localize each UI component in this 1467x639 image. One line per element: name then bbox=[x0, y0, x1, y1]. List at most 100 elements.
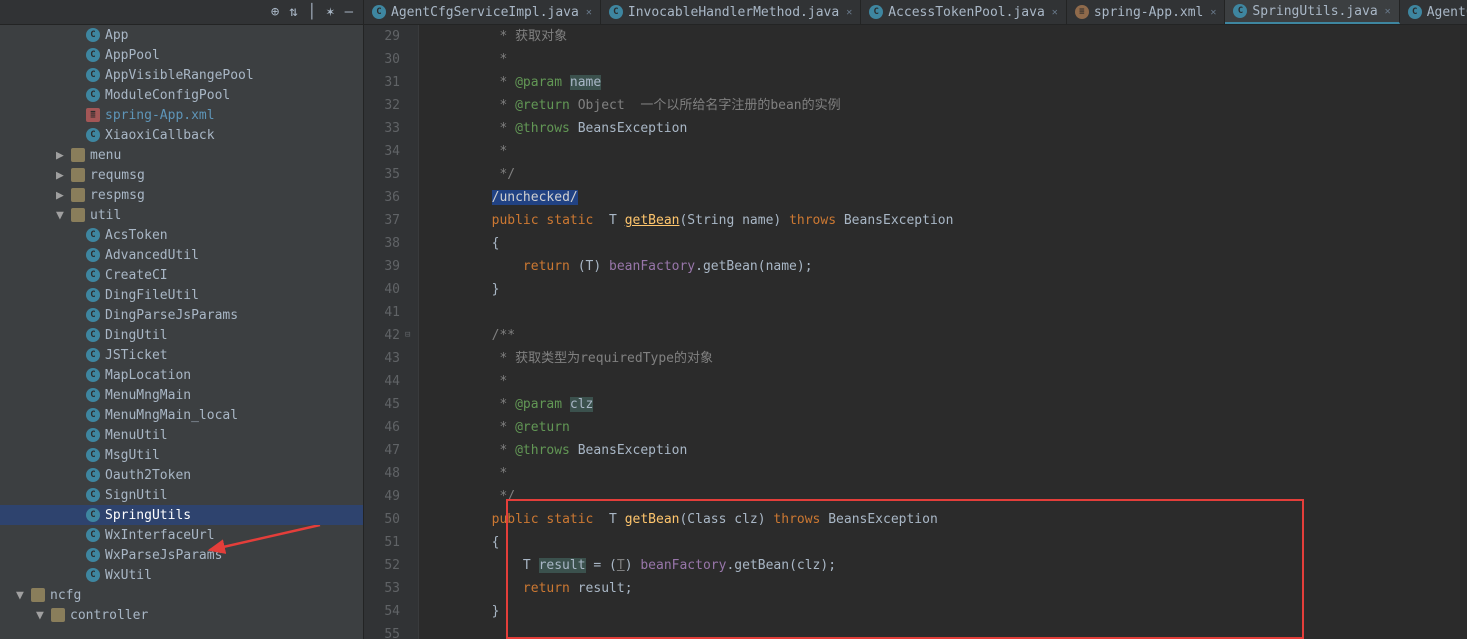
expand-icon[interactable]: ▼ bbox=[16, 588, 26, 603]
line-number: 53 bbox=[364, 577, 400, 600]
file-icon bbox=[31, 588, 45, 602]
fold-icon[interactable]: ⊟ bbox=[405, 324, 410, 347]
tree-label: SignUtil bbox=[105, 488, 168, 503]
project-tree[interactable]: CAppCAppPoolCAppVisibleRangePoolCModuleC… bbox=[0, 25, 364, 639]
editor-tabs: CAgentCfgServiceImpl.java✕CInvocableHand… bbox=[364, 0, 1467, 24]
tree-item[interactable]: CAdvancedUtil bbox=[0, 245, 363, 265]
tree-label: ModuleConfigPool bbox=[105, 88, 230, 103]
line-number: 37 bbox=[364, 209, 400, 232]
tree-item[interactable]: C AppPool bbox=[0, 45, 363, 65]
line-number: 34 bbox=[364, 140, 400, 163]
editor-tab[interactable]: CAgentCfgServiceImpl.java✕ bbox=[364, 0, 601, 24]
tree-label: AppVisibleRangePool bbox=[105, 68, 254, 83]
editor-tab[interactable]: ≡spring-App.xml✕ bbox=[1067, 0, 1226, 24]
code-line: { bbox=[429, 232, 1467, 255]
tree-item[interactable]: CWxParseJsParams bbox=[0, 545, 363, 565]
tree-item[interactable]: CMsgUtil bbox=[0, 445, 363, 465]
editor-tab[interactable]: CSpringUtils.java✕ bbox=[1225, 0, 1399, 24]
line-number: 41 bbox=[364, 301, 400, 324]
file-icon: C bbox=[86, 368, 100, 382]
tree-item[interactable]: C DingFileUtil bbox=[0, 285, 363, 305]
code-line: /unchecked/ bbox=[429, 186, 1467, 209]
expand-icon[interactable]: ▶ bbox=[56, 148, 66, 163]
gear-icon[interactable]: ✶ bbox=[326, 4, 334, 20]
tree-label: AppPool bbox=[105, 48, 160, 63]
tree-item[interactable]: CXiaoxiCallback bbox=[0, 125, 363, 145]
file-icon: C bbox=[86, 408, 100, 422]
tree-label: MenuMngMain bbox=[105, 388, 191, 403]
tree-label: MenuUtil bbox=[105, 428, 168, 443]
tree-label: DingUtil bbox=[105, 328, 168, 343]
expand-icon[interactable]: ▼ bbox=[56, 208, 66, 223]
close-icon[interactable]: ✕ bbox=[1210, 7, 1216, 18]
tree-item[interactable]: CModuleConfigPool bbox=[0, 85, 363, 105]
tree-item[interactable]: COauth2Token bbox=[0, 465, 363, 485]
target-icon[interactable]: ⊕ bbox=[271, 4, 279, 20]
close-icon[interactable]: ✕ bbox=[1052, 7, 1058, 18]
editor-tab[interactable]: CAgentCfgController.java✕ bbox=[1400, 0, 1467, 24]
tree-item[interactable]: C MenuUtil bbox=[0, 425, 363, 445]
file-icon: C bbox=[86, 288, 100, 302]
tree-item[interactable]: CSpringUtils bbox=[0, 505, 363, 525]
expand-icon[interactable]: ▶ bbox=[56, 188, 66, 203]
tree-label: WxInterfaceUrl bbox=[105, 528, 215, 543]
line-number: 46 bbox=[364, 416, 400, 439]
tree-item[interactable]: CCreateCI bbox=[0, 265, 363, 285]
tree-item[interactable]: CAcsToken bbox=[0, 225, 363, 245]
tree-item[interactable]: CMenuMngMain_local bbox=[0, 405, 363, 425]
editor-tab[interactable]: CInvocableHandlerMethod.java✕ bbox=[601, 0, 861, 24]
tree-label: App bbox=[105, 28, 128, 43]
tree-item[interactable]: CJSTicket bbox=[0, 345, 363, 365]
line-number: 31 bbox=[364, 71, 400, 94]
close-icon[interactable]: ✕ bbox=[586, 7, 592, 18]
tree-item[interactable]: CSignUtil bbox=[0, 485, 363, 505]
code-line: public static T getBean(Class clz) throw… bbox=[429, 508, 1467, 531]
file-icon: C bbox=[86, 268, 100, 282]
editor-tab[interactable]: CAccessTokenPool.java✕ bbox=[861, 0, 1067, 24]
tree-item[interactable]: CWxUtil bbox=[0, 565, 363, 585]
close-icon[interactable]: ✕ bbox=[846, 7, 852, 18]
tree-item[interactable]: CApp bbox=[0, 25, 363, 45]
tree-item[interactable]: ≣spring-App.xml bbox=[0, 105, 363, 125]
tree-label: menu bbox=[90, 148, 121, 163]
line-number: 29 bbox=[364, 25, 400, 48]
tree-item[interactable]: ▼ util bbox=[0, 205, 363, 225]
code-line: * @param name bbox=[429, 71, 1467, 94]
tree-item[interactable]: CDingParseJsParams bbox=[0, 305, 363, 325]
tree-item[interactable]: CMapLocation bbox=[0, 365, 363, 385]
tree-label: DingFileUtil bbox=[105, 288, 199, 303]
tree-item[interactable]: ▶requmsg bbox=[0, 165, 363, 185]
file-icon: C bbox=[86, 528, 100, 542]
tree-item[interactable]: C WxInterfaceUrl bbox=[0, 525, 363, 545]
tree-item[interactable]: CMenuMngMain bbox=[0, 385, 363, 405]
code-area[interactable]: * 获取对象 * * @param name * @return Object … bbox=[419, 25, 1467, 639]
file-icon: C bbox=[86, 248, 100, 262]
expand-icon[interactable]: ▶ bbox=[56, 168, 66, 183]
close-icon[interactable]: ✕ bbox=[1385, 6, 1391, 17]
line-number: 44 bbox=[364, 370, 400, 393]
file-icon: C bbox=[609, 5, 623, 19]
tree-item[interactable]: ▼controller bbox=[0, 605, 363, 625]
tree-item[interactable]: ▶ menu bbox=[0, 145, 363, 165]
code-line: } bbox=[429, 600, 1467, 623]
file-icon bbox=[51, 608, 65, 622]
line-number: 49 bbox=[364, 485, 400, 508]
collapse-icon[interactable]: — bbox=[345, 4, 353, 20]
line-number: 48 bbox=[364, 462, 400, 485]
tree-item[interactable]: CAppVisibleRangePool bbox=[0, 65, 363, 85]
code-line bbox=[429, 301, 1467, 324]
tree-item[interactable]: ▼ncfg bbox=[0, 585, 363, 605]
file-icon: C bbox=[86, 428, 100, 442]
code-editor[interactable]: 2930313233343536373839404142434445464748… bbox=[364, 25, 1467, 639]
tree-label: util bbox=[90, 208, 121, 223]
expand-icon[interactable]: ▼ bbox=[36, 608, 46, 623]
tree-item[interactable]: ▶respmsg bbox=[0, 185, 363, 205]
file-icon: C bbox=[86, 468, 100, 482]
sort-icon[interactable]: ⇅ bbox=[289, 4, 297, 20]
code-line: * @throws BeansException bbox=[429, 117, 1467, 140]
file-icon: C bbox=[86, 48, 100, 62]
tree-label: SpringUtils bbox=[105, 508, 191, 523]
file-icon: C bbox=[86, 568, 100, 582]
tree-item[interactable]: CDingUtil bbox=[0, 325, 363, 345]
file-icon: C bbox=[86, 448, 100, 462]
